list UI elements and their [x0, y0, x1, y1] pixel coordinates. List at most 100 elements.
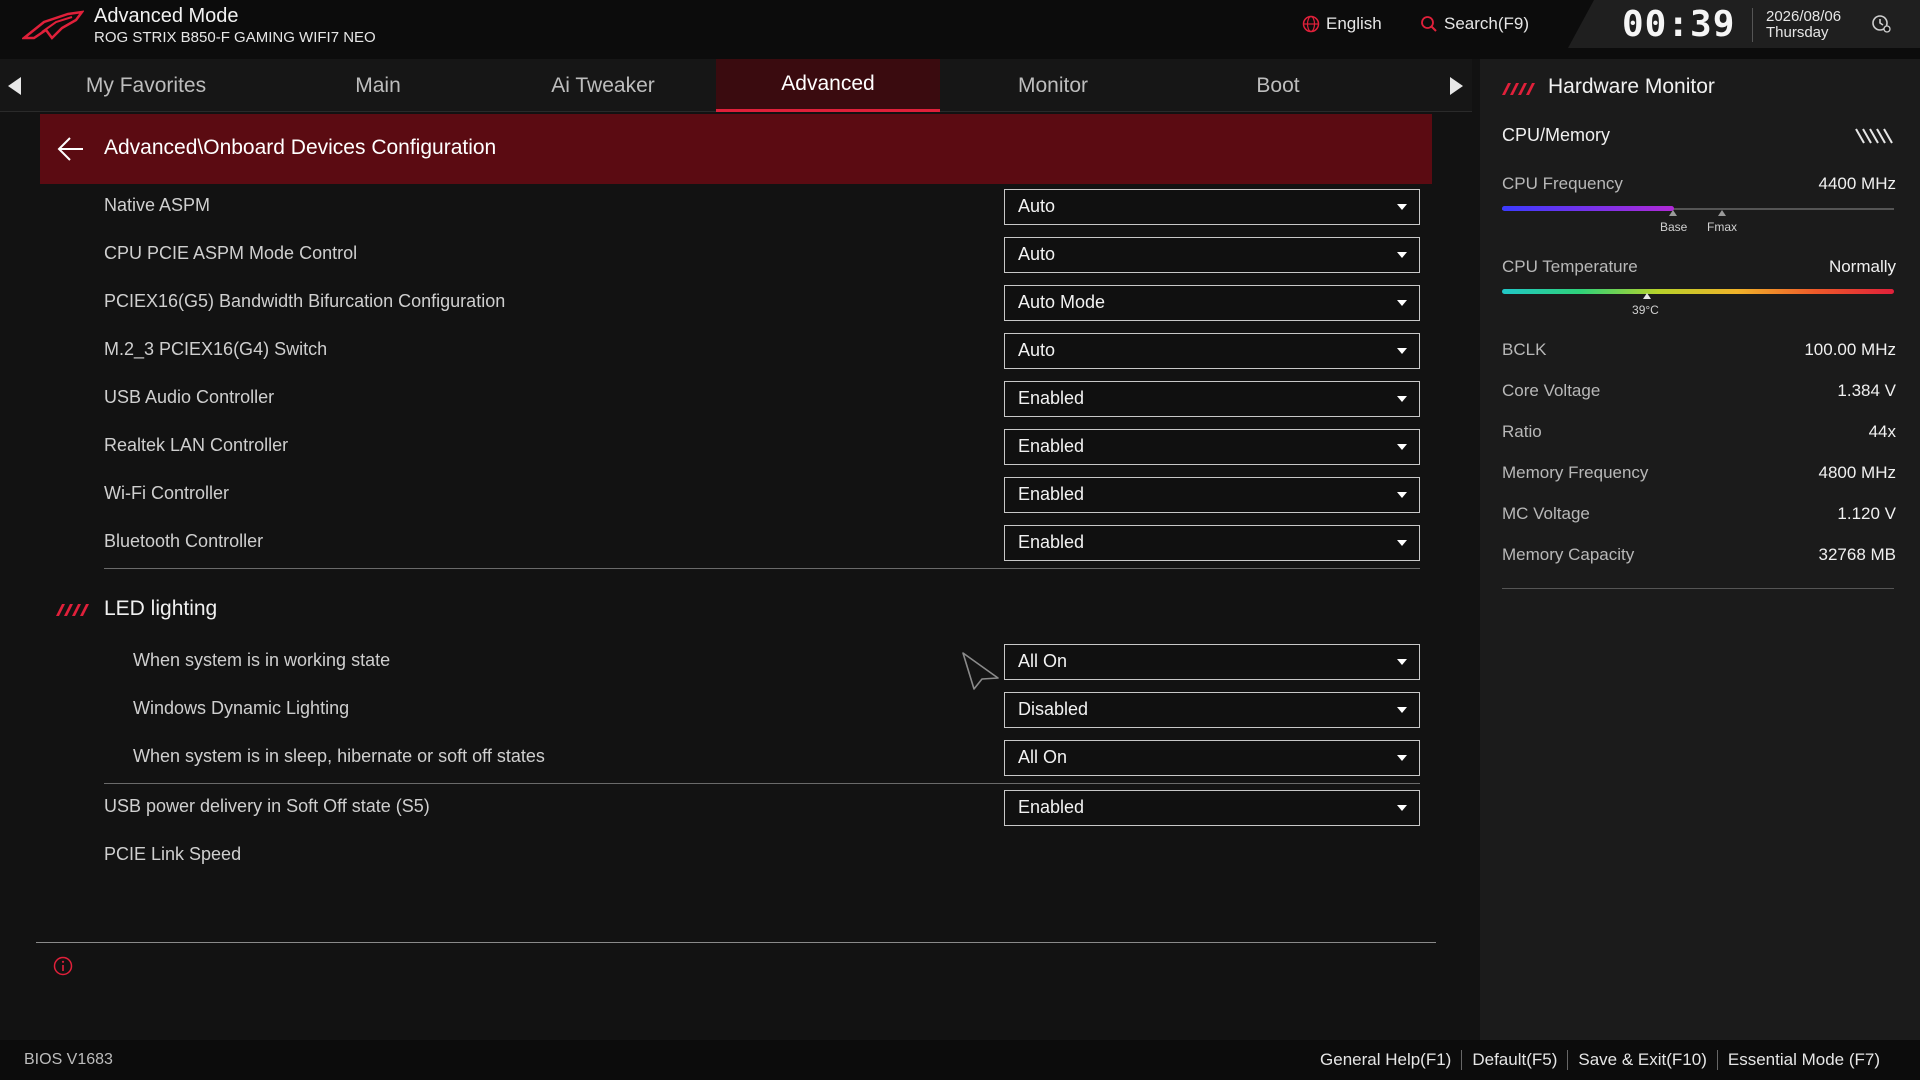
setting-row: Wi-Fi Controller Enabled [104, 477, 1420, 513]
hw-label: BCLK [1502, 340, 1547, 359]
hw-row-core-voltage: Core Voltage 1.384 V [1502, 381, 1896, 405]
board-name: ROG STRIX B850-F GAMING WIFI7 NEO [94, 29, 376, 46]
setting-dropdown[interactable]: Enabled [1004, 477, 1420, 513]
tab-monitor[interactable]: Monitor [941, 59, 1165, 112]
chevron-down-icon [1397, 348, 1407, 354]
pcie-link-speed-item[interactable]: PCIE Link Speed [104, 838, 1514, 874]
dropdown-value: All On [1018, 651, 1068, 671]
tab-ai-tweaker[interactable]: Ai Tweaker [491, 59, 715, 112]
setting-row: PCIEX16(G5) Bandwidth Bifurcation Config… [104, 285, 1420, 321]
section-stripes-icon[interactable] [1854, 127, 1894, 145]
language-button[interactable]: English [1302, 14, 1382, 34]
setting-dropdown[interactable]: Enabled [1004, 429, 1420, 465]
cpu-frequency-label: CPU Frequency [1502, 174, 1623, 193]
setting-row: M.2_3 PCIEX16(G4) Switch Auto [104, 333, 1420, 369]
hw-label: Memory Capacity [1502, 545, 1635, 564]
clock-time: 00:39 [1622, 4, 1736, 45]
cpu-memory-section-title: CPU/Memory [1502, 125, 1611, 145]
clock-divider [1752, 8, 1753, 42]
setting-row: When system is in sleep, hibernate or so… [104, 740, 1420, 776]
tab-scroll-left-icon[interactable] [8, 77, 21, 95]
setting-row: Bluetooth Controller Enabled [104, 525, 1420, 561]
setting-label: When system is in working state [133, 650, 391, 670]
rog-logo-icon [22, 10, 84, 40]
setting-dropdown[interactable]: All On [1004, 644, 1420, 680]
date-value: 2026/08/06 [1766, 8, 1842, 25]
default-button[interactable]: Default(F5) [1461, 1050, 1567, 1070]
dropdown-value: Enabled [1018, 388, 1085, 408]
tab-bar: My Favorites Main Ai Tweaker Advanced Mo… [0, 59, 1472, 112]
back-arrow-icon[interactable] [56, 134, 86, 164]
tab-my-favorites[interactable]: My Favorites [34, 59, 258, 112]
setting-label: Realtek LAN Controller [104, 435, 289, 455]
setting-dropdown[interactable]: Enabled [1004, 790, 1420, 826]
setting-row: USB power delivery in Soft Off state (S5… [104, 790, 1420, 826]
setting-dropdown[interactable]: Enabled [1004, 525, 1420, 561]
cpu-frequency-value: 4400 MHz [1818, 174, 1896, 193]
cpu-frequency-row: CPU Frequency 4400 MHz [1502, 174, 1896, 198]
setting-dropdown[interactable]: Disabled [1004, 692, 1420, 728]
dropdown-value: Enabled [1018, 436, 1085, 456]
hw-row-memory-capacity: Memory Capacity 32768 MB [1502, 545, 1896, 569]
tab-boot[interactable]: Boot [1166, 59, 1390, 112]
setting-dropdown[interactable]: All On [1004, 740, 1420, 776]
rog-stripes-icon [1502, 83, 1535, 95]
setting-label: USB power delivery in Soft Off state (S5… [104, 796, 430, 816]
top-bar: Advanced Mode ROG STRIX B850-F GAMING WI… [0, 0, 1920, 59]
general-help-button[interactable]: General Help(F1) [1310, 1050, 1461, 1070]
base-marker-label: Base [1660, 220, 1688, 234]
hw-label: Core Voltage [1502, 381, 1601, 400]
divider [104, 783, 1420, 784]
setting-dropdown[interactable]: Enabled [1004, 381, 1420, 417]
fmax-marker-label: Fmax [1707, 220, 1737, 234]
led-section-title: LED lighting [104, 597, 218, 620]
tab-scroll-right-icon[interactable] [1450, 77, 1463, 95]
dropdown-value: Auto [1018, 340, 1056, 360]
dropdown-value: Auto [1018, 244, 1056, 264]
info-icon [53, 956, 73, 976]
divider [104, 568, 1420, 569]
setting-dropdown[interactable]: Auto Mode [1004, 285, 1420, 321]
settings-clock-icon[interactable] [1870, 12, 1892, 34]
cpu-temperature-row: CPU Temperature Normally [1502, 257, 1896, 281]
search-button[interactable]: Search(F9) [1420, 14, 1529, 34]
chevron-down-icon [1397, 805, 1407, 811]
hw-value: 44x [1868, 422, 1896, 441]
setting-label: Bluetooth Controller [104, 531, 264, 551]
cpu-frequency-bar [1502, 206, 1675, 211]
chevron-down-icon [1397, 659, 1407, 665]
tab-advanced[interactable]: Advanced [716, 59, 940, 112]
chevron-down-icon [1397, 492, 1407, 498]
mode-title: Advanced Mode [94, 5, 239, 27]
help-divider [36, 942, 1436, 943]
setting-dropdown[interactable]: Auto [1004, 333, 1420, 369]
chevron-down-icon [1397, 252, 1407, 258]
fmax-marker-icon [1718, 210, 1726, 216]
setting-row: Native ASPM Auto [104, 189, 1420, 225]
cpu-temperature-value: Normally [1828, 257, 1896, 276]
hw-label: MC Voltage [1502, 504, 1590, 523]
dropdown-value: Enabled [1018, 484, 1085, 504]
dropdown-value: Enabled [1018, 797, 1085, 817]
save-exit-button[interactable]: Save & Exit(F10) [1567, 1050, 1717, 1070]
setting-row: When system is in working state All On [104, 644, 1420, 680]
hw-row-mc-voltage: MC Voltage 1.120 V [1502, 504, 1896, 528]
setting-label: M.2_3 PCIEX16(G4) Switch [104, 339, 328, 359]
setting-label: USB Audio Controller [104, 387, 275, 407]
breadcrumb-path: Advanced\Onboard Devices Configuration [104, 136, 497, 159]
setting-dropdown[interactable]: Auto [1004, 237, 1420, 273]
cpu-temperature-label: CPU Temperature [1502, 257, 1638, 276]
setting-label: PCIE Link Speed [104, 844, 242, 864]
setting-label: Windows Dynamic Lighting [133, 698, 350, 718]
hw-row-ratio: Ratio 44x [1502, 422, 1896, 446]
setting-dropdown[interactable]: Auto [1004, 189, 1420, 225]
mouse-cursor-icon [962, 652, 999, 690]
chevron-down-icon [1397, 396, 1407, 402]
tab-main[interactable]: Main [266, 59, 490, 112]
chevron-down-icon [1397, 300, 1407, 306]
essential-mode-button[interactable]: Essential Mode (F7) [1716, 1050, 1890, 1070]
hw-value: 4800 MHz [1818, 463, 1896, 482]
search-label: Search(F9) [1444, 14, 1530, 33]
hw-row-bclk: BCLK 100.00 MHz [1502, 340, 1896, 364]
setting-label: When system is in sleep, hibernate or so… [133, 746, 545, 766]
